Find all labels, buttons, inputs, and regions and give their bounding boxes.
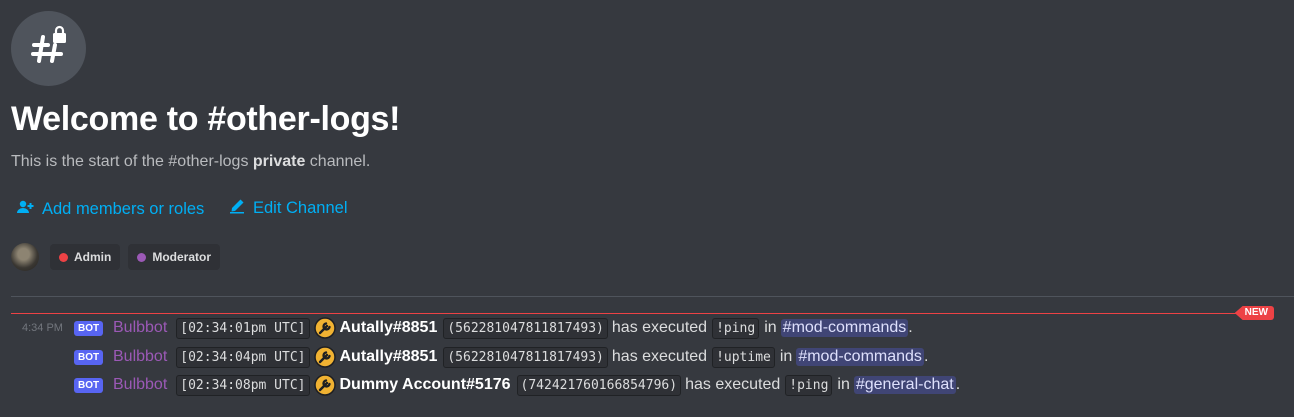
page-title: Welcome to #other-logs! — [11, 100, 401, 138]
role-pill-moderator[interactable]: Moderator — [128, 244, 221, 270]
end-punct: . — [908, 319, 913, 336]
channel-mention[interactable]: #mod-commands — [780, 319, 909, 337]
subtitle-private: private — [252, 153, 306, 170]
user-id: (742421760166854796) — [516, 374, 682, 396]
user-tag[interactable]: Dummy Account#5176 — [340, 376, 511, 394]
wrench-emoji-icon — [313, 317, 336, 339]
hashtag-lock-icon — [28, 25, 70, 72]
command-code: !uptime — [712, 346, 775, 368]
avatar[interactable] — [11, 243, 39, 271]
user-tag[interactable]: Autally#8851 — [340, 319, 438, 337]
subtitle-prefix: This is the start of the #other-logs — [11, 153, 253, 170]
edit-channel-button[interactable]: Edit Channel — [229, 198, 347, 219]
action-text: has executed — [611, 319, 708, 336]
user-tag[interactable]: Autally#8851 — [340, 348, 438, 366]
user-id: (562281047811817493) — [443, 317, 608, 339]
channel-description: This is the start of the #other-logs pri… — [11, 153, 370, 171]
message-content: Bulbbot [02:34:01pm UTC] Autally#8851 (5… — [113, 317, 913, 339]
edit-channel-label: Edit Channel — [253, 199, 348, 217]
role-name: Admin — [74, 250, 112, 264]
time-code: [02:34:08pm UTC] — [176, 374, 310, 396]
add-member-icon — [16, 198, 42, 221]
role-color-dot — [137, 252, 147, 262]
channel-mention[interactable]: #general-chat — [853, 376, 956, 394]
divider — [11, 296, 1294, 297]
bot-tag: BOT — [74, 377, 104, 393]
pencil-icon — [229, 198, 253, 219]
message-author[interactable]: Bulbbot — [113, 348, 167, 366]
role-color-dot — [59, 252, 68, 262]
action-text: has executed — [611, 348, 708, 365]
wrench-emoji-icon — [313, 374, 336, 396]
command-code: !ping — [712, 317, 760, 339]
new-messages-badge: NEW — [1234, 306, 1274, 320]
time-code: [02:34:01pm UTC] — [176, 317, 310, 339]
message-timestamp[interactable]: 4:34 PM — [22, 322, 63, 334]
role-name: Moderator — [152, 250, 212, 264]
end-punct: . — [923, 348, 929, 365]
in-text: in — [779, 348, 793, 365]
in-text: in — [764, 319, 777, 336]
end-punct: . — [955, 376, 961, 393]
add-members-button[interactable]: Add members or roles — [16, 198, 204, 221]
message-content: Bulbbot [02:34:04pm UTC] Autally#8851 (5… — [113, 346, 928, 368]
channel-members-row: Admin Moderator — [11, 243, 228, 271]
new-messages-divider — [11, 313, 1242, 314]
channel-icon — [11, 11, 86, 86]
command-code: !ping — [785, 374, 833, 396]
channel-mention[interactable]: #mod-commands — [796, 348, 924, 366]
message-content: Bulbbot [02:34:08pm UTC] Dummy Account#5… — [113, 374, 960, 396]
user-id: (562281047811817493) — [443, 346, 608, 368]
bot-tag: BOT — [74, 320, 104, 336]
message-author[interactable]: Bulbbot — [113, 319, 167, 337]
subtitle-suffix: channel. — [305, 153, 371, 170]
action-text: has executed — [685, 376, 781, 393]
message-author[interactable]: Bulbbot — [113, 376, 167, 394]
bot-tag: BOT — [74, 349, 104, 365]
add-members-label: Add members or roles — [42, 200, 205, 218]
time-code: [02:34:04pm UTC] — [176, 346, 310, 368]
wrench-emoji-icon — [313, 346, 336, 368]
role-pill-admin[interactable]: Admin — [50, 244, 121, 270]
in-text: in — [837, 376, 850, 393]
